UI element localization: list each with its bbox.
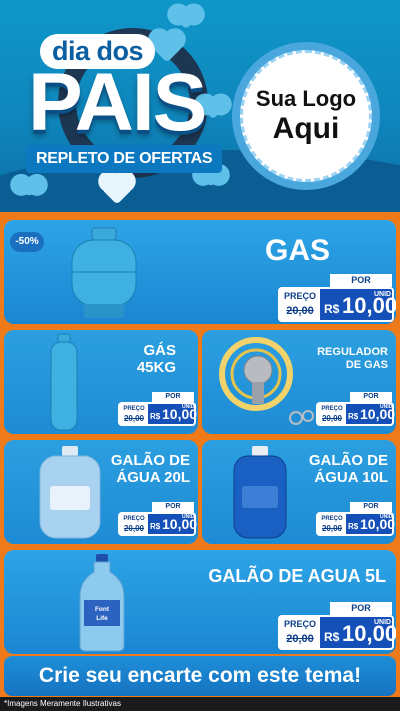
product-name-line-2: ÁGUA 10L bbox=[314, 469, 388, 487]
product-name-line-2: ÁGUA 20L bbox=[116, 469, 190, 487]
price-tag: POR PREÇO 20,00 R$ 10,00 UNID bbox=[118, 392, 197, 426]
old-price: 20,00 bbox=[318, 523, 346, 534]
currency: R$ bbox=[150, 412, 161, 421]
currency: R$ bbox=[348, 522, 359, 531]
old-price: 20,00 bbox=[120, 413, 148, 424]
product-card-gas[interactable]: GAS POR PREÇO 20,00 R$ 10,00 UNID bbox=[4, 220, 396, 324]
product-card-regulator[interactable]: REGULADOR DE GAS POR PREÇO 20,00 R$ 10,0… bbox=[202, 330, 396, 434]
product-name: GALÃO DE AGUA 5L bbox=[208, 566, 386, 586]
water-bottle-5l-icon: Font Life bbox=[79, 554, 125, 652]
price-tag: POR PREÇO 20,00 R$ 10,00 UNID bbox=[278, 274, 396, 322]
old-price: 20,00 bbox=[120, 523, 148, 534]
water-jug-20l-icon bbox=[39, 446, 101, 539]
currency: R$ bbox=[150, 522, 161, 531]
old-price: 20,00 bbox=[280, 303, 320, 320]
unit-label: UNID bbox=[182, 514, 195, 520]
product-name-line-1: GALÃO DE bbox=[308, 452, 388, 469]
por-label: POR bbox=[152, 502, 194, 512]
product-card-water-10l[interactable]: GALÃO DE ÁGUA 10L POR PREÇO 20,00 R$ 10,… bbox=[202, 440, 396, 544]
product-name-line-1: GALÃO DE bbox=[110, 452, 190, 469]
unit-label: UNID bbox=[182, 404, 195, 410]
footnote: *Imagens Meramente Ilustrativas bbox=[0, 697, 400, 711]
gas-cylinder-icon bbox=[71, 227, 137, 318]
por-label: POR bbox=[330, 274, 392, 287]
tall-cylinder-icon bbox=[50, 333, 78, 431]
currency: R$ bbox=[348, 412, 359, 421]
title-main: PAIS bbox=[28, 57, 207, 148]
price-label: PREÇO bbox=[280, 617, 320, 631]
product-name: GALÃO DE ÁGUA 10L bbox=[309, 452, 388, 487]
price-tag: POR PREÇO 20,00 R$ 10,00 UNID bbox=[278, 602, 396, 650]
price-box: PREÇO 20,00 R$ 10,00 UNID bbox=[278, 615, 396, 650]
price-box: PREÇO 20,00 R$ 10,00 UNID bbox=[316, 512, 395, 536]
product-name: REGULADOR DE GAS bbox=[317, 346, 388, 371]
cta-banner[interactable]: Crie seu encarte com este tema! bbox=[4, 656, 396, 696]
product-name: GÁS 45KG bbox=[137, 342, 176, 377]
price-box: PREÇO 20,00 R$ 10,00 UNID bbox=[118, 512, 197, 536]
currency: R$ bbox=[324, 302, 340, 316]
price-box: PREÇO 20,00 R$ 10,00 UNID bbox=[316, 402, 395, 426]
product-name-line-1: GÁS bbox=[143, 342, 176, 359]
old-price: 20,00 bbox=[280, 631, 320, 648]
price-tag: POR PREÇO 20,00 R$ 10,00 UNID bbox=[316, 392, 395, 426]
heart-icon bbox=[19, 177, 39, 197]
logo-placeholder: Sua Logo Aqui bbox=[240, 50, 372, 182]
product-name: GAS bbox=[264, 234, 330, 267]
logo-line-1: Sua Logo bbox=[255, 86, 357, 111]
unit-label: UNID bbox=[380, 514, 393, 520]
product-card-water-5l[interactable]: Font Life GALÃO DE AGUA 5L POR PREÇO 20,… bbox=[4, 550, 396, 654]
product-card-gas-45kg[interactable]: GÁS 45KG POR PREÇO 20,00 R$ 10,00 UNID bbox=[4, 330, 198, 434]
product-card-water-20l[interactable]: GALÃO DE ÁGUA 20L POR PREÇO 20,00 R$ 10,… bbox=[4, 440, 198, 544]
price-tag: POR PREÇO 20,00 R$ 10,00 UNID bbox=[118, 502, 197, 536]
currency: R$ bbox=[324, 630, 340, 644]
subtitle: REPLETO DE OFERTAS bbox=[26, 145, 223, 173]
water-jug-10l-icon bbox=[233, 446, 287, 539]
unit-label: UNID bbox=[380, 404, 393, 410]
price-box: PREÇO 20,00 R$ 10,00 UNID bbox=[278, 287, 396, 322]
unit-label: UNID bbox=[374, 619, 392, 626]
bottle-brand-line-2: Life bbox=[96, 615, 108, 622]
unit-label: UNID bbox=[374, 291, 392, 298]
por-label: POR bbox=[350, 502, 392, 512]
por-label: POR bbox=[152, 392, 194, 402]
old-price: 20,00 bbox=[318, 413, 346, 424]
price-label: PREÇO bbox=[280, 289, 320, 303]
bottle-brand-line-1: Font bbox=[95, 606, 110, 613]
gas-regulator-icon bbox=[219, 337, 314, 425]
price-tag: POR PREÇO 20,00 R$ 10,00 UNID bbox=[316, 502, 395, 536]
logo-line-2: Aqui bbox=[272, 112, 340, 145]
header-banner: dia dos PAIS REPLETO DE OFERTAS Sua Logo… bbox=[0, 0, 400, 212]
discount-badge: -50% bbox=[10, 232, 44, 252]
product-name-line-2: 45KG bbox=[136, 359, 176, 377]
product-name-line-1: REGULADOR bbox=[317, 346, 388, 358]
por-label: POR bbox=[330, 602, 392, 615]
product-name: GALÃO DE ÁGUA 20L bbox=[111, 452, 190, 487]
price-box: PREÇO 20,00 R$ 10,00 UNID bbox=[118, 402, 197, 426]
por-label: POR bbox=[350, 392, 392, 402]
heart-icon bbox=[174, 6, 198, 30]
product-name-line-2: DE GAS bbox=[345, 358, 388, 371]
